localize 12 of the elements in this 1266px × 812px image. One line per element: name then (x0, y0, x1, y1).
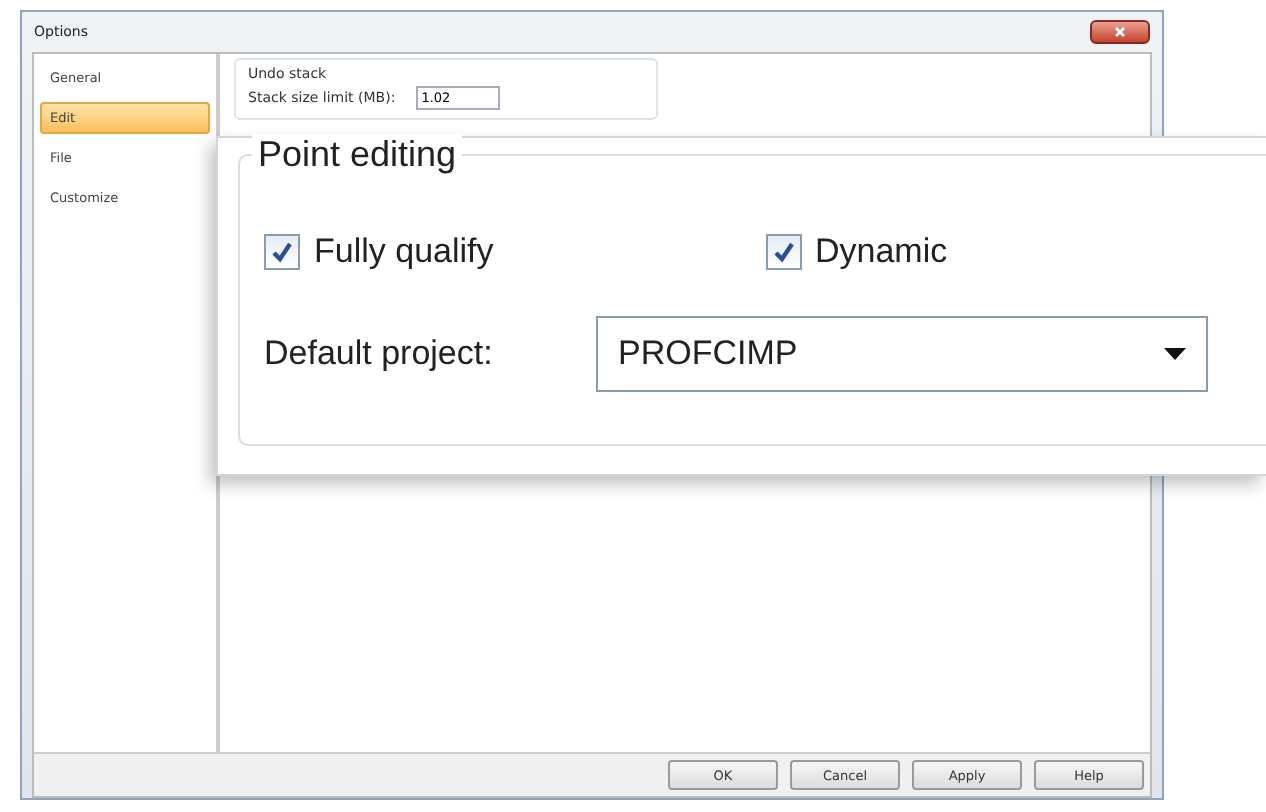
dropdown-arrow-icon (1164, 348, 1186, 360)
checkmark-icon (270, 240, 294, 264)
close-icon (1114, 26, 1126, 38)
close-button[interactable] (1090, 20, 1150, 44)
checkbox-box[interactable] (765, 234, 801, 270)
checkbox[interactable]: Dynamic (765, 232, 1266, 272)
project-dropdown[interactable]: PROFCIMP (596, 316, 1208, 392)
checkbox[interactable]: Fully qualify (264, 232, 765, 272)
checkmark-icon (771, 240, 795, 264)
group-title: Point editing (252, 134, 463, 176)
field-label: Default project: (264, 334, 495, 374)
checkbox-box[interactable] (264, 234, 300, 270)
